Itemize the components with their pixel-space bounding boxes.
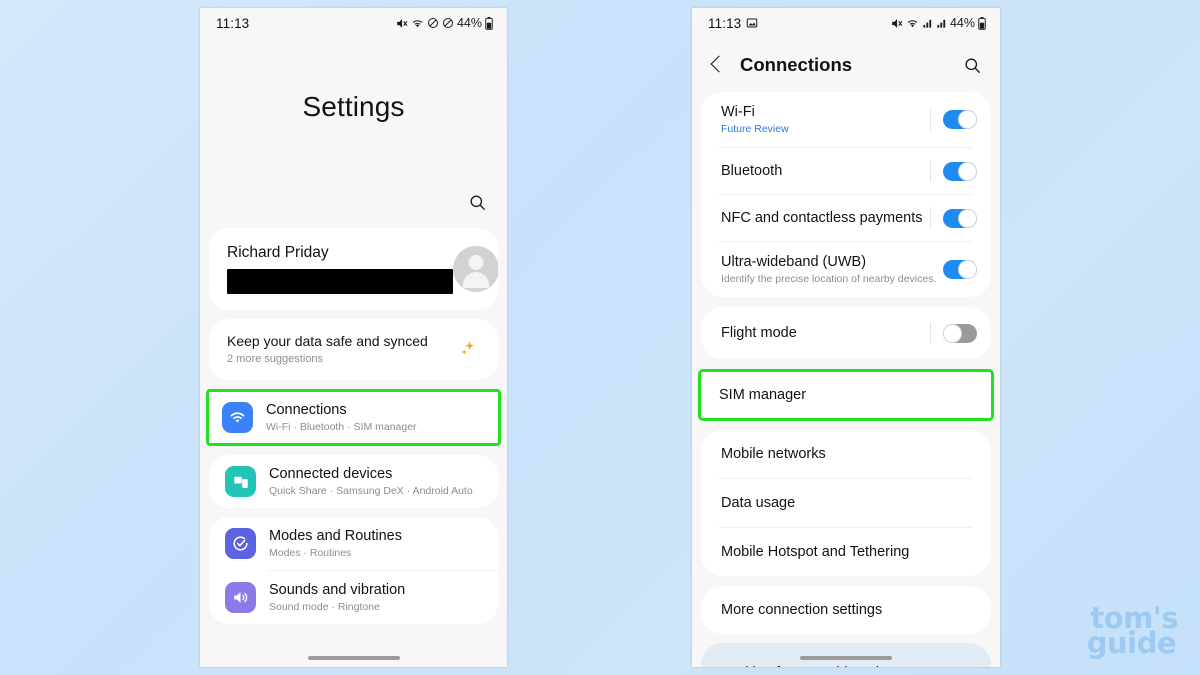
app-bar: Connections bbox=[692, 38, 1000, 92]
connected-devices-card[interactable]: Connected devices Quick Share · Samsung … bbox=[209, 455, 498, 508]
profile-card[interactable]: Richard Priday bbox=[209, 228, 498, 310]
item-title: Connections bbox=[266, 402, 347, 418]
toggle-group-card: Wi-Fi Future Review Bluetooth NFC and co… bbox=[701, 92, 991, 297]
sim-manager-highlight[interactable]: SIM manager bbox=[698, 369, 994, 421]
row-subtitle: Identify the precise location of nearby … bbox=[721, 273, 937, 285]
search-button-left[interactable] bbox=[200, 176, 507, 228]
signal-icon bbox=[922, 18, 933, 29]
no-sim-icon bbox=[442, 17, 454, 29]
status-bar-left: 11:13 44% bbox=[200, 8, 507, 38]
toms-guide-logo: tom's guide bbox=[1086, 604, 1179, 661]
status-bar-time: 11:13 bbox=[708, 15, 742, 31]
home-indicator-left bbox=[307, 656, 400, 660]
item-subtitle: Modes · Routines bbox=[269, 547, 352, 559]
devices-icon bbox=[225, 466, 256, 497]
row-separator bbox=[930, 108, 931, 131]
home-indicator-right bbox=[800, 656, 892, 660]
item-title: Modes and Routines bbox=[269, 528, 402, 544]
row-title: Ultra-wideband (UWB) bbox=[721, 254, 867, 270]
row-separator bbox=[930, 160, 931, 182]
settings-phone-panel: 11:13 44% Settings Richard Priday Keep y… bbox=[200, 8, 507, 667]
signal-icon bbox=[936, 18, 947, 29]
row-wifi[interactable]: Wi-Fi Future Review bbox=[701, 92, 991, 147]
modes-sounds-card[interactable]: Modes and Routines Modes · Routines Soun… bbox=[209, 517, 498, 624]
status-bar-right: 11:13 44% bbox=[692, 8, 1000, 38]
item-title: Connected devices bbox=[269, 466, 393, 482]
toggle-uwb[interactable] bbox=[943, 260, 977, 279]
avatar[interactable] bbox=[453, 246, 498, 292]
suggestion-card[interactable]: Keep your data safe and synced 2 more su… bbox=[209, 319, 498, 380]
suggestion-row[interactable]: Keep your data safe and synced 2 more su… bbox=[209, 319, 498, 380]
row-separator bbox=[930, 322, 931, 344]
more-settings-card: More connection settings bbox=[701, 586, 991, 634]
toggle-nfc[interactable] bbox=[943, 208, 977, 228]
sidebar-item-connections[interactable]: Connections Wi-Fi · Bluetooth · SIM mana… bbox=[209, 392, 498, 443]
looking-for-something-else-card[interactable]: Looking for something else? bbox=[701, 643, 991, 667]
flight-mode-card: Flight mode bbox=[701, 307, 991, 359]
suggestion-title: Keep your data safe and synced bbox=[227, 333, 428, 349]
row-sim-manager[interactable]: SIM manager bbox=[701, 372, 991, 418]
row-title: NFC and contactless payments bbox=[721, 210, 923, 226]
connections-highlight[interactable]: Connections Wi-Fi · Bluetooth · SIM mana… bbox=[206, 389, 501, 446]
item-subtitle: Sound mode · Ringtone bbox=[269, 601, 380, 613]
search-icon[interactable] bbox=[468, 193, 487, 212]
row-subtitle: Future Review bbox=[721, 123, 789, 135]
back-chevron-icon[interactable] bbox=[706, 54, 728, 76]
redacted-email-bar bbox=[227, 269, 453, 294]
footer-title: Looking for something else? bbox=[721, 665, 902, 667]
sparkle-icon bbox=[458, 339, 482, 359]
sidebar-item-sounds-and-vibration[interactable]: Sounds and vibration Sound mode · Ringto… bbox=[209, 571, 498, 624]
wifi-icon bbox=[411, 17, 424, 30]
row-more-connection-settings[interactable]: More connection settings bbox=[701, 586, 991, 634]
logo-line-2: guide bbox=[1086, 626, 1177, 661]
row-title: Flight mode bbox=[721, 325, 797, 341]
connections-phone-panel: 11:13 44% Connections Wi-Fi Future Revie… bbox=[692, 8, 1000, 667]
toggle-bluetooth[interactable] bbox=[943, 161, 977, 181]
item-subtitle: Wi-Fi · Bluetooth · SIM manager bbox=[266, 421, 417, 433]
modes-check-icon bbox=[225, 528, 256, 559]
battery-icon bbox=[485, 16, 493, 30]
battery-percent: 44% bbox=[949, 16, 975, 30]
network-group-card: Mobile networks Data usage Mobile Hotspo… bbox=[701, 430, 991, 576]
row-uwb[interactable]: Ultra-wideband (UWB) Identify the precis… bbox=[701, 242, 991, 297]
wifi-icon bbox=[222, 402, 253, 433]
row-bluetooth[interactable]: Bluetooth bbox=[701, 148, 991, 194]
mute-icon bbox=[890, 17, 903, 30]
profile-row[interactable]: Richard Priday bbox=[209, 228, 498, 310]
row-mobile-hotspot-and-tethering[interactable]: Mobile Hotspot and Tethering bbox=[701, 528, 991, 576]
no-sim-icon bbox=[427, 17, 439, 29]
item-title: Sounds and vibration bbox=[269, 582, 406, 598]
row-title: Bluetooth bbox=[721, 163, 783, 179]
toggle-wifi[interactable] bbox=[943, 110, 977, 129]
row-title: Wi-Fi bbox=[721, 104, 755, 120]
row-data-usage[interactable]: Data usage bbox=[701, 479, 991, 527]
app-bar-title: Connections bbox=[740, 54, 853, 75]
battery-icon bbox=[978, 16, 986, 30]
search-button-right[interactable] bbox=[963, 56, 982, 75]
speaker-icon bbox=[225, 582, 256, 613]
photo-icon bbox=[746, 17, 758, 29]
page-title: Settings bbox=[302, 91, 405, 122]
row-nfc[interactable]: NFC and contactless payments bbox=[701, 195, 991, 241]
item-subtitle: Quick Share · Samsung DeX · Android Auto bbox=[269, 485, 473, 497]
sidebar-item-modes-and-routines[interactable]: Modes and Routines Modes · Routines bbox=[209, 517, 498, 570]
row-mobile-networks[interactable]: Mobile networks bbox=[701, 430, 991, 478]
sidebar-item-connected-devices[interactable]: Connected devices Quick Share · Samsung … bbox=[209, 455, 498, 508]
row-separator bbox=[930, 207, 931, 229]
mute-icon bbox=[395, 17, 408, 30]
profile-name: Richard Priday bbox=[227, 244, 329, 261]
toggle-flight-mode[interactable] bbox=[943, 323, 977, 343]
suggestion-subtitle: 2 more suggestions bbox=[227, 353, 323, 365]
battery-percent: 44% bbox=[456, 16, 482, 30]
row-flight-mode[interactable]: Flight mode bbox=[701, 307, 991, 359]
settings-title-area: Settings bbox=[200, 38, 507, 176]
wifi-icon bbox=[906, 17, 919, 30]
status-bar-time: 11:13 bbox=[216, 15, 250, 31]
